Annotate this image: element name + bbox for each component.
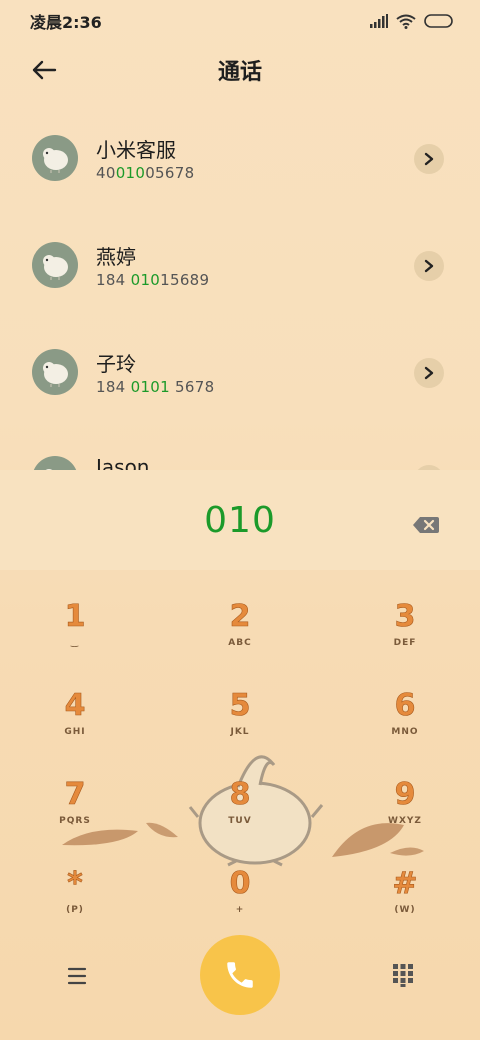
contact-name: 小米客服 xyxy=(96,138,176,162)
key-letters: (P) xyxy=(66,905,84,915)
key-5[interactable]: 5 JKL xyxy=(180,687,300,763)
key-digit: 7 xyxy=(64,777,86,813)
avatar xyxy=(32,135,78,181)
contact-name: 燕婷 xyxy=(96,245,136,269)
key-digit: 6 xyxy=(394,688,416,724)
key-letters: MNO xyxy=(391,727,419,737)
contact-detail-button[interactable] xyxy=(414,251,444,281)
avatar xyxy=(32,349,78,395)
menu-button[interactable] xyxy=(62,964,92,988)
wifi-icon xyxy=(396,14,416,29)
call-button[interactable] xyxy=(200,935,280,1015)
key-digit: 1 xyxy=(64,599,86,635)
status-bar: 凌晨2:36 xyxy=(0,0,480,42)
key-letters: DEF xyxy=(393,638,417,648)
status-time: 凌晨2:36 xyxy=(30,13,102,32)
key-letters: (W) xyxy=(394,905,416,915)
key-9[interactable]: 9 WXYZ xyxy=(345,776,465,852)
key-3[interactable]: 3 DEF xyxy=(345,598,465,674)
back-button[interactable] xyxy=(28,56,60,84)
arrow-left-icon xyxy=(32,60,57,80)
contact-detail-button[interactable] xyxy=(414,144,444,174)
dialed-number: 010 xyxy=(204,500,276,541)
key-digit: 0 xyxy=(229,866,251,902)
contact-number: 4001005678 xyxy=(96,164,195,182)
contact-name: Jason xyxy=(96,455,150,470)
page-title: 通话 xyxy=(217,60,262,85)
contact-number: 184 0101 5678 xyxy=(96,378,215,396)
phone-icon xyxy=(227,962,253,988)
key-4[interactable]: 4 GHI xyxy=(15,687,135,763)
key-letters: JKL xyxy=(230,727,250,737)
backspace-icon xyxy=(413,517,439,533)
key-letters: PQRS xyxy=(59,816,91,826)
key-7[interactable]: 7 PQRS xyxy=(15,776,135,852)
key-2[interactable]: 2 ABC xyxy=(180,598,300,674)
contact-name: 子玲 xyxy=(96,352,136,376)
dial-display: 010 xyxy=(0,470,480,570)
header: 通话 xyxy=(0,42,480,98)
bottom-bar xyxy=(0,930,480,1020)
key-digit: 3 xyxy=(394,599,416,635)
keypad: 1 ‿ 2 ABC 3 DEF 4 GHI 5 JKL 6 MNO 7 PQRS… xyxy=(0,580,480,930)
status-icons xyxy=(370,14,454,29)
avatar xyxy=(32,456,78,470)
key-letters: TUV xyxy=(228,816,252,826)
key-6[interactable]: 6 MNO xyxy=(345,687,465,763)
contact-item[interactable]: 子玲 184 0101 5678 xyxy=(0,324,480,424)
key-digit: 4 xyxy=(64,688,86,724)
chevron-right-icon xyxy=(424,259,434,273)
key-digit: * xyxy=(67,866,83,902)
voicemail-icon: ‿ xyxy=(70,638,80,648)
key-1[interactable]: 1 ‿ xyxy=(15,598,135,674)
signal-icon xyxy=(370,14,388,28)
contact-number: 184 01015689 xyxy=(96,271,210,289)
key-letters: + xyxy=(235,905,245,915)
key-letters: WXYZ xyxy=(388,816,422,826)
key-letters: ABC xyxy=(228,638,252,648)
backspace-button[interactable] xyxy=(412,515,440,535)
key-letters: GHI xyxy=(64,727,86,737)
contact-item[interactable]: 燕婷 184 01015689 xyxy=(0,217,480,317)
key-8[interactable]: 8 TUV xyxy=(180,776,300,852)
chevron-right-icon xyxy=(424,152,434,166)
key-digit: # xyxy=(392,866,418,902)
key-digit: 5 xyxy=(229,688,251,724)
contact-item[interactable]: Jason xyxy=(0,431,480,470)
key-digit: 9 xyxy=(394,777,416,813)
chevron-right-icon xyxy=(424,366,434,380)
dialpad-button[interactable] xyxy=(390,962,416,988)
contact-detail-button[interactable] xyxy=(414,358,444,388)
contact-item[interactable]: 小米客服 4001005678 xyxy=(0,110,480,210)
menu-icon xyxy=(67,967,87,985)
key-digit: 8 xyxy=(229,777,251,813)
contact-list[interactable]: 小米客服 4001005678 燕婷 184 01015689 子玲 184 0… xyxy=(0,110,480,470)
battery-icon xyxy=(424,14,453,28)
avatar xyxy=(32,242,78,288)
key-digit: 2 xyxy=(229,599,251,635)
dialpad-icon xyxy=(393,964,413,987)
